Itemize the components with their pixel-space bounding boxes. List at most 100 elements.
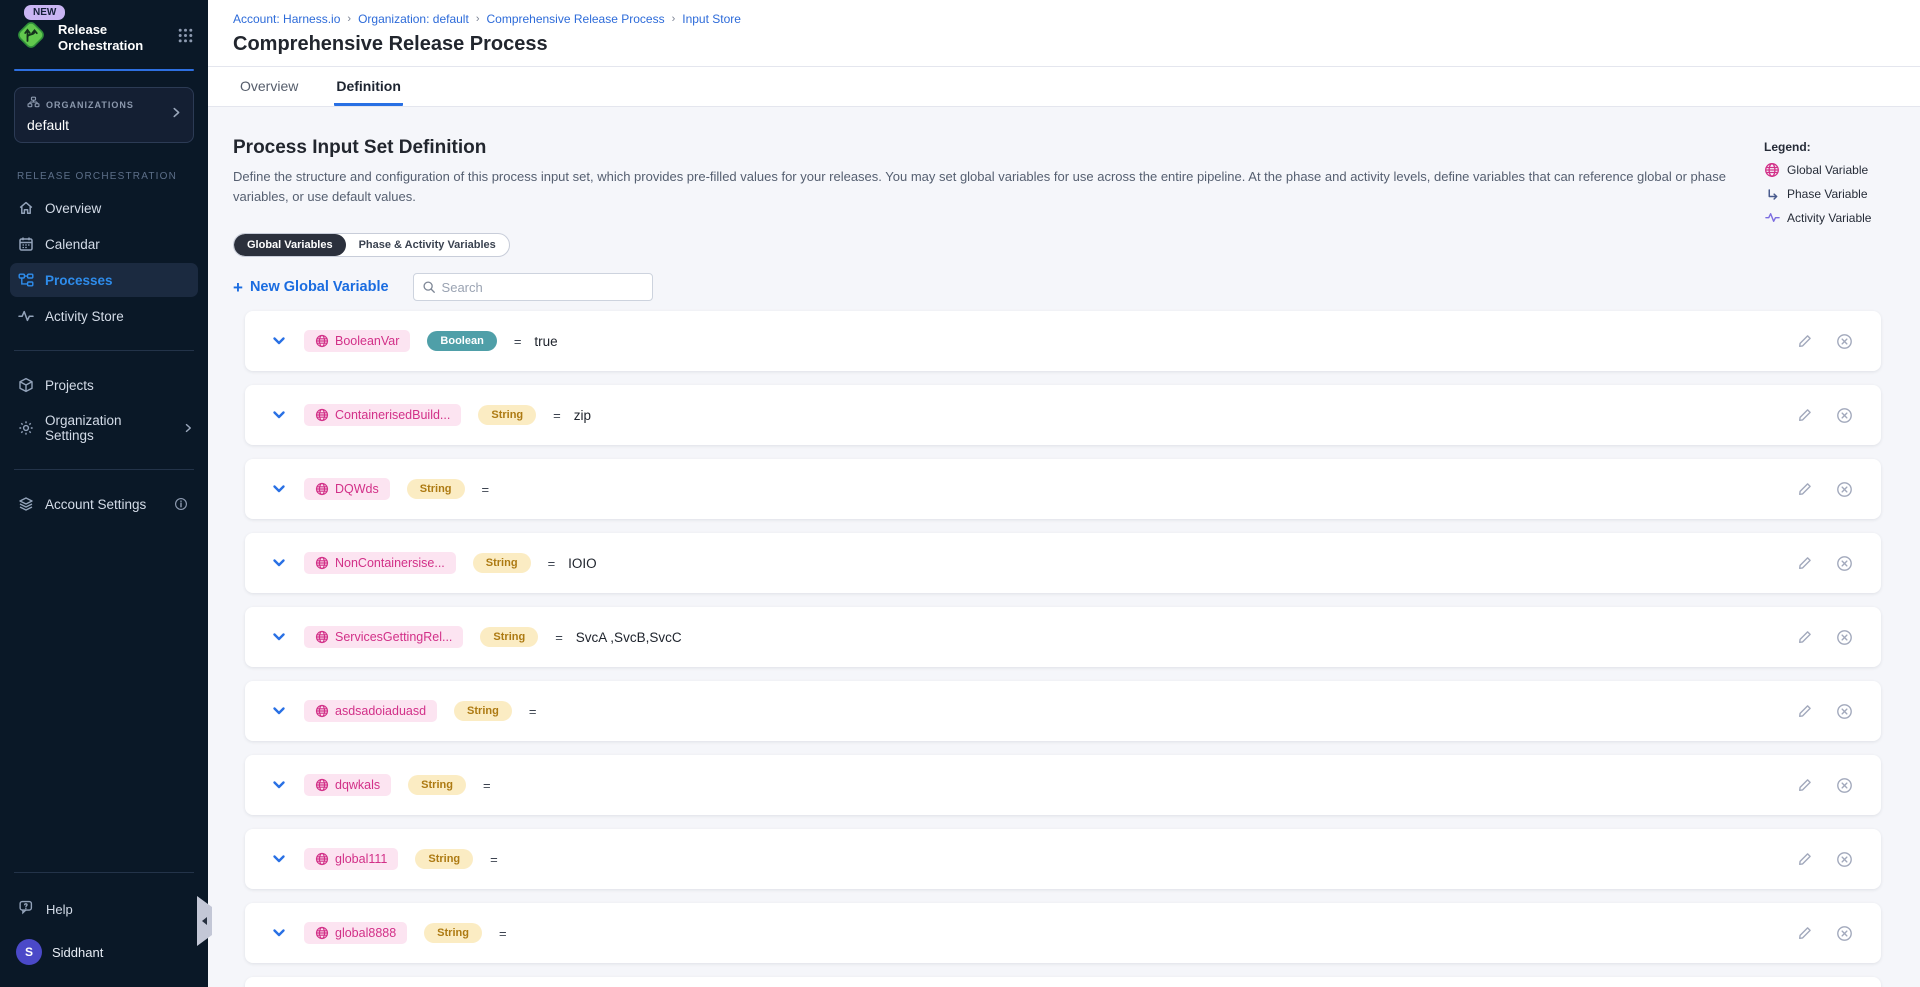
chevron-down-icon[interactable] xyxy=(271,777,287,793)
variable-name-pill[interactable]: dqwkals xyxy=(304,774,391,796)
row-actions xyxy=(1797,555,1853,572)
variable-type-badge: String xyxy=(480,627,538,647)
breadcrumb-separator: › xyxy=(347,13,351,25)
edit-icon[interactable] xyxy=(1797,481,1813,497)
sidebar: NEW Release Orchestration xyxy=(0,0,208,987)
gear-icon xyxy=(18,420,34,436)
sidebar-item-processes[interactable]: Processes xyxy=(10,263,198,297)
org-sitemap-icon xyxy=(27,96,40,114)
sidebar-item-organization-settings[interactable]: Organization Settings xyxy=(10,404,198,452)
delete-icon[interactable] xyxy=(1836,777,1853,794)
edit-icon[interactable] xyxy=(1797,555,1813,571)
variable-name: global111 xyxy=(335,852,387,866)
delete-icon[interactable] xyxy=(1836,555,1853,572)
variable-name: asdsadoiaduasd xyxy=(335,704,426,718)
breadcrumb-input-store[interactable]: Input Store xyxy=(682,12,741,26)
variable-value: true xyxy=(534,334,557,349)
delete-icon[interactable] xyxy=(1836,481,1853,498)
delete-icon[interactable] xyxy=(1836,333,1853,350)
search-box xyxy=(413,273,653,301)
edit-icon[interactable] xyxy=(1797,777,1813,793)
organization-selector[interactable]: ORGANIZATIONS default xyxy=(14,87,194,143)
app-grid-icon[interactable] xyxy=(177,27,194,49)
globe-icon xyxy=(315,704,329,718)
cube-icon xyxy=(18,377,34,393)
legend-title: Legend: xyxy=(1764,140,1902,154)
sidebar-item-projects[interactable]: Projects xyxy=(10,368,198,402)
edit-icon[interactable] xyxy=(1797,407,1813,423)
sidebar-item-calendar[interactable]: Calendar xyxy=(10,227,198,261)
variable-name-pill[interactable]: global8888 xyxy=(304,922,407,944)
row-actions xyxy=(1797,333,1853,350)
variable-name-pill[interactable]: ServicesGettingRel... xyxy=(304,626,463,648)
page-header: Account: Harness.io › Organization: defa… xyxy=(208,0,1920,107)
globe-icon xyxy=(315,556,329,570)
chevron-down-icon[interactable] xyxy=(271,925,287,941)
breadcrumb: Account: Harness.io › Organization: defa… xyxy=(233,12,1920,26)
delete-icon[interactable] xyxy=(1836,851,1853,868)
chevron-down-icon[interactable] xyxy=(271,851,287,867)
content: Process Input Set Definition Define the … xyxy=(208,107,1920,987)
equals-sign: = xyxy=(529,704,537,719)
variable-value: SvcA ,SvcB,SvcC xyxy=(576,630,682,645)
variable-name-pill[interactable]: asdsadoiaduasd xyxy=(304,700,437,722)
sidebar-item-activity-store[interactable]: Activity Store xyxy=(10,299,198,333)
collapse-arrow-icon xyxy=(202,917,207,925)
chevron-down-icon[interactable] xyxy=(271,407,287,423)
sidebar-divider xyxy=(14,872,194,873)
plus-icon: + xyxy=(233,279,243,296)
sidebar-item-label: Overview xyxy=(45,201,101,216)
sidebar-divider xyxy=(14,469,194,470)
edit-icon[interactable] xyxy=(1797,703,1813,719)
variable-card: DQWds String = xyxy=(245,459,1881,519)
brand-underline xyxy=(14,69,194,71)
organizations-label: ORGANIZATIONS xyxy=(46,100,134,110)
globe-icon xyxy=(315,926,329,940)
breadcrumb-account[interactable]: Account: Harness.io xyxy=(233,12,340,26)
breadcrumb-process[interactable]: Comprehensive Release Process xyxy=(486,12,664,26)
globe-icon xyxy=(315,334,329,348)
delete-icon[interactable] xyxy=(1836,925,1853,942)
variable-name-pill[interactable]: NonContainersise... xyxy=(304,552,456,574)
chevron-down-icon[interactable] xyxy=(271,555,287,571)
tab-definition[interactable]: Definition xyxy=(334,67,403,106)
chevron-down-icon[interactable] xyxy=(271,481,287,497)
legend-item-activity: Activity Variable xyxy=(1764,210,1902,225)
help-button[interactable]: Help xyxy=(0,889,208,929)
user-menu[interactable]: S Siddhant xyxy=(0,929,208,987)
edit-icon[interactable] xyxy=(1797,629,1813,645)
chevron-down-icon[interactable] xyxy=(271,703,287,719)
equals-sign: = xyxy=(548,556,556,571)
delete-icon[interactable] xyxy=(1836,703,1853,720)
variable-type-badge: String xyxy=(424,923,482,943)
globe-icon xyxy=(315,630,329,644)
variable-card: NonContainersise... String = IOIO xyxy=(245,533,1881,593)
tab-overview[interactable]: Overview xyxy=(238,67,300,106)
variable-name-pill[interactable]: ContainerisedBuild... xyxy=(304,404,461,426)
variable-scope-toggle: Global Variables Phase & Activity Variab… xyxy=(233,233,510,257)
chevron-down-icon[interactable] xyxy=(271,333,287,349)
variable-name-pill[interactable]: global111 xyxy=(304,848,398,870)
toggle-phase-activity-variables[interactable]: Phase & Activity Variables xyxy=(346,234,509,256)
sidebar-item-account-settings[interactable]: Account Settings xyxy=(10,487,198,521)
breadcrumb-separator: › xyxy=(476,13,480,25)
edit-icon[interactable] xyxy=(1797,925,1813,941)
variable-name-pill[interactable]: BooleanVar xyxy=(304,330,410,352)
equals-sign: = xyxy=(555,630,563,645)
edit-icon[interactable] xyxy=(1797,851,1813,867)
home-icon xyxy=(18,200,34,216)
new-global-variable-button[interactable]: + New Global Variable xyxy=(233,279,389,296)
variable-name-pill[interactable]: DQWds xyxy=(304,478,390,500)
edit-icon[interactable] xyxy=(1797,333,1813,349)
variable-card: global8888 String = xyxy=(245,903,1881,963)
delete-icon[interactable] xyxy=(1836,629,1853,646)
toggle-global-variables[interactable]: Global Variables xyxy=(234,234,346,256)
breadcrumb-organization[interactable]: Organization: default xyxy=(358,12,469,26)
user-name: Siddhant xyxy=(52,945,103,960)
info-icon xyxy=(174,497,188,511)
variable-type-badge: String xyxy=(407,479,465,499)
sidebar-item-overview[interactable]: Overview xyxy=(10,191,198,225)
search-input[interactable] xyxy=(442,280,644,295)
chevron-down-icon[interactable] xyxy=(271,629,287,645)
delete-icon[interactable] xyxy=(1836,407,1853,424)
